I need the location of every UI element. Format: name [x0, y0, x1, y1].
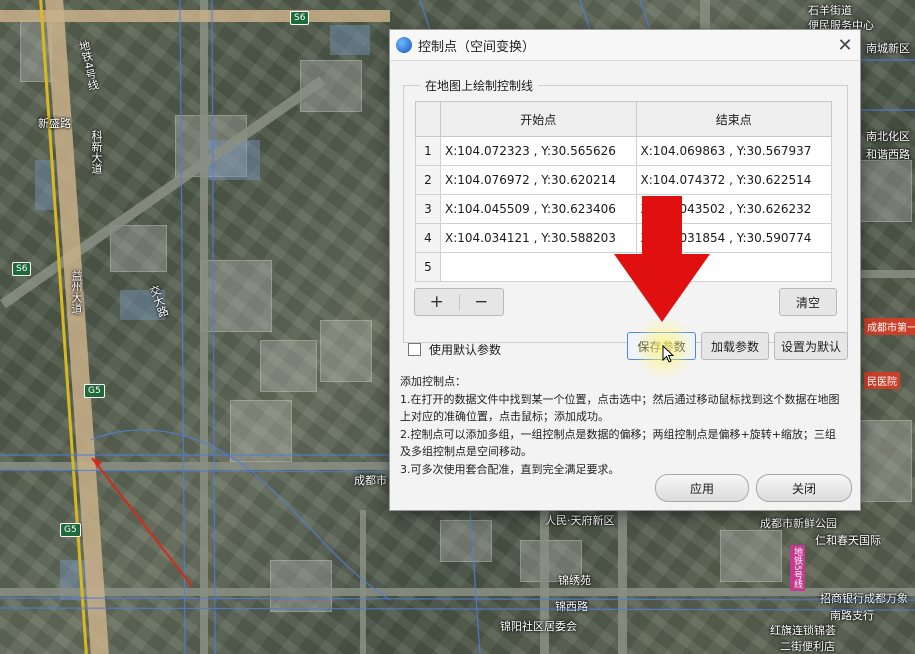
row-index: 2	[415, 165, 441, 195]
start-point-cell[interactable]: X:104.034121 , Y:30.588203	[440, 223, 637, 253]
help-line: 上对应的准确位置，点击鼠标；添加成功。	[400, 410, 609, 423]
table-row[interactable]: 1 X:104.072323 , Y:30.565626 X:104.06986…	[415, 136, 832, 166]
row-index: 1	[415, 136, 441, 166]
start-point-cell[interactable]: X:104.076972 , Y:30.620214	[440, 165, 637, 195]
column-header-start[interactable]: 开始点	[440, 101, 637, 137]
table-corner	[415, 101, 441, 137]
row-index: 4	[415, 223, 441, 253]
load-params-button[interactable]: 加载参数	[701, 332, 769, 360]
end-point-cell[interactable]: X:104.069863 , Y:30.567937	[635, 136, 832, 166]
start-point-cell[interactable]	[440, 252, 637, 282]
close-button[interactable]: 关闭	[756, 474, 852, 502]
control-line	[91, 457, 193, 587]
add-remove-control: + −	[414, 288, 504, 316]
row-index: 3	[415, 194, 441, 224]
group-label: 在地图上绘制控制线	[420, 77, 539, 94]
remove-row-button[interactable]: −	[460, 289, 504, 315]
start-point-cell[interactable]: X:104.045509 , Y:30.623406	[440, 194, 637, 224]
start-point-cell[interactable]: X:104.072323 , Y:30.565626	[440, 136, 637, 166]
column-header-end[interactable]: 结束点	[635, 101, 832, 137]
close-icon[interactable]: ✕	[830, 30, 860, 60]
set-default-button[interactable]: 设置为默认	[774, 332, 848, 360]
clear-button[interactable]: 清空	[779, 288, 837, 316]
red-down-arrow-icon	[614, 196, 710, 322]
help-title: 添加控制点：	[400, 375, 466, 388]
row-index: 5	[415, 252, 441, 282]
end-point-cell[interactable]: X:104.074372 , Y:30.622514	[635, 165, 832, 195]
help-line: 及多组控制点是空间移动。	[400, 445, 532, 458]
add-row-button[interactable]: +	[415, 289, 459, 315]
dialog-title: 控制点（空间变换）	[418, 39, 536, 55]
help-line: 2.控制点可以添加多组，一组控制点是数据的偏移；两组控制点是偏移+旋转+缩放；三…	[400, 427, 836, 441]
use-default-checkbox[interactable]: 使用默认参数	[408, 341, 501, 358]
table-row[interactable]: 2 X:104.076972 , Y:30.620214 X:104.07437…	[415, 165, 832, 195]
checkbox-label: 使用默认参数	[429, 343, 502, 357]
help-text: 添加控制点： 1.在打开的数据文件中找到某一个位置，点击选中；然后通过移动鼠标找…	[400, 373, 852, 478]
checkbox-box[interactable]	[408, 343, 421, 356]
help-line: 1.在打开的数据文件中找到某一个位置，点击选中；然后通过移动鼠标找到这个数据在地…	[400, 392, 840, 406]
app-globe-icon	[396, 37, 412, 53]
mouse-pointer-icon	[662, 345, 675, 363]
apply-button[interactable]: 应用	[655, 474, 749, 502]
dialog-titlebar[interactable]: 控制点（空间变换） ✕	[390, 30, 860, 61]
